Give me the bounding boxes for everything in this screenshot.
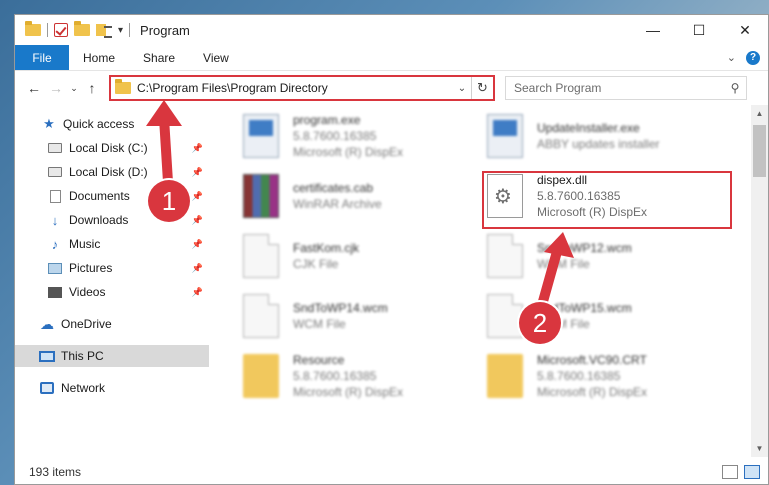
arrow-2-shaft <box>537 243 563 310</box>
arrow-1-head <box>146 100 182 126</box>
annotation-arrows <box>146 100 574 310</box>
step-1-badge: 1 <box>148 180 190 222</box>
arrow-1-shaft <box>159 113 173 187</box>
step-2-badge: 2 <box>519 302 561 344</box>
arrow-2-head <box>544 232 574 258</box>
